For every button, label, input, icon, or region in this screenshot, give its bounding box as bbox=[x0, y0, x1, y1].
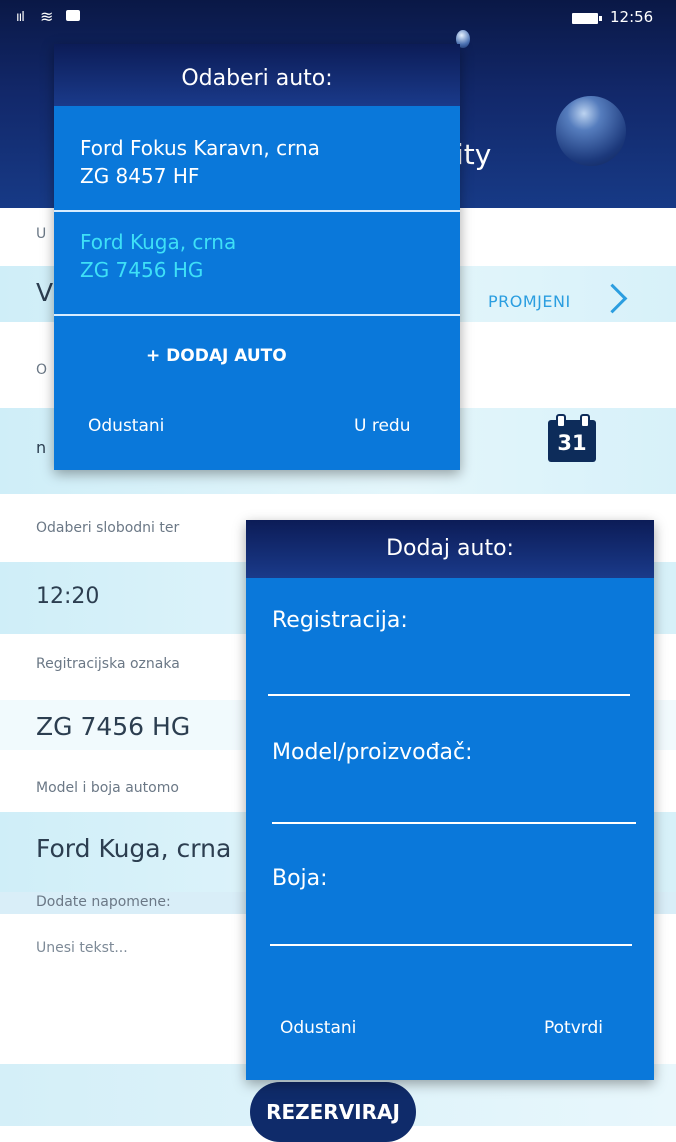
car-option[interactable]: Ford Kuga, crna ZG 7456 HG bbox=[54, 212, 460, 312]
model-field-label: Model/proizvođač: bbox=[272, 740, 473, 765]
date-label: O bbox=[36, 362, 48, 378]
time-slot-label: Odaberi slobodni ter bbox=[36, 520, 180, 536]
dialog-title: Odaberi auto: bbox=[54, 44, 460, 106]
registration-field[interactable] bbox=[268, 694, 630, 696]
car-plate: ZG 8457 HF bbox=[80, 164, 200, 188]
ok-button[interactable]: U redu bbox=[354, 416, 411, 436]
color-field[interactable] bbox=[270, 944, 632, 946]
car-plate: ZG 7456 HG bbox=[80, 258, 204, 282]
color-field-label: Boja: bbox=[272, 866, 328, 891]
car-name: Ford Kuga, crna bbox=[80, 230, 237, 254]
cancel-button[interactable]: Odustani bbox=[280, 1018, 356, 1038]
registration-field-label: Registracija: bbox=[272, 608, 408, 633]
calendar-ring bbox=[580, 414, 590, 428]
add-car-dialog: Dodaj auto: Registracija: Model/proizvođ… bbox=[246, 520, 654, 1080]
notes-input[interactable]: Unesi tekst... bbox=[36, 940, 128, 956]
calendar-icon[interactable]: 31 bbox=[548, 414, 596, 462]
message-icon bbox=[66, 10, 80, 21]
car-name: Ford Fokus Karavn, crna bbox=[80, 136, 320, 160]
location-value: V bbox=[36, 278, 54, 307]
wifi-icon: ≋ bbox=[40, 7, 54, 26]
decorative-bubble-large bbox=[556, 96, 626, 166]
page-title: ity bbox=[456, 138, 492, 171]
signal-icon: ııl bbox=[16, 10, 25, 25]
notes-label: Dodate napomene: bbox=[36, 894, 171, 910]
cancel-button[interactable]: Odustani bbox=[88, 416, 164, 436]
status-bar: ııl ≋ 12:56 bbox=[0, 0, 676, 36]
model-label: Model i boja automo bbox=[36, 780, 179, 796]
add-car-button[interactable]: + DODAJ AUTO bbox=[146, 346, 287, 366]
date-value: n bbox=[36, 438, 47, 457]
dialog-title: Dodaj auto: bbox=[246, 520, 654, 578]
reserve-button[interactable]: REZERVIRAJ bbox=[250, 1082, 416, 1142]
calendar-day: 31 bbox=[557, 431, 587, 455]
model-value: Ford Kuga, crna bbox=[36, 834, 232, 863]
location-label: U bbox=[36, 226, 47, 242]
choose-car-dialog: Odaberi auto: Ford Fokus Karavn, crna ZG… bbox=[54, 44, 460, 470]
battery-icon bbox=[572, 13, 602, 24]
car-option[interactable]: Ford Fokus Karavn, crna ZG 8457 HF bbox=[54, 106, 460, 210]
calendar-ring bbox=[556, 414, 566, 428]
model-field[interactable] bbox=[272, 822, 636, 824]
divider bbox=[54, 314, 460, 316]
registration-value: ZG 7456 HG bbox=[36, 712, 191, 741]
confirm-button[interactable]: Potvrdi bbox=[544, 1018, 603, 1038]
registration-label: Regitracijska oznaka bbox=[36, 656, 180, 672]
clock: 12:56 bbox=[610, 8, 654, 26]
change-button[interactable]: PROMJENI bbox=[488, 292, 571, 311]
time-slot-value: 12:20 bbox=[36, 584, 100, 609]
